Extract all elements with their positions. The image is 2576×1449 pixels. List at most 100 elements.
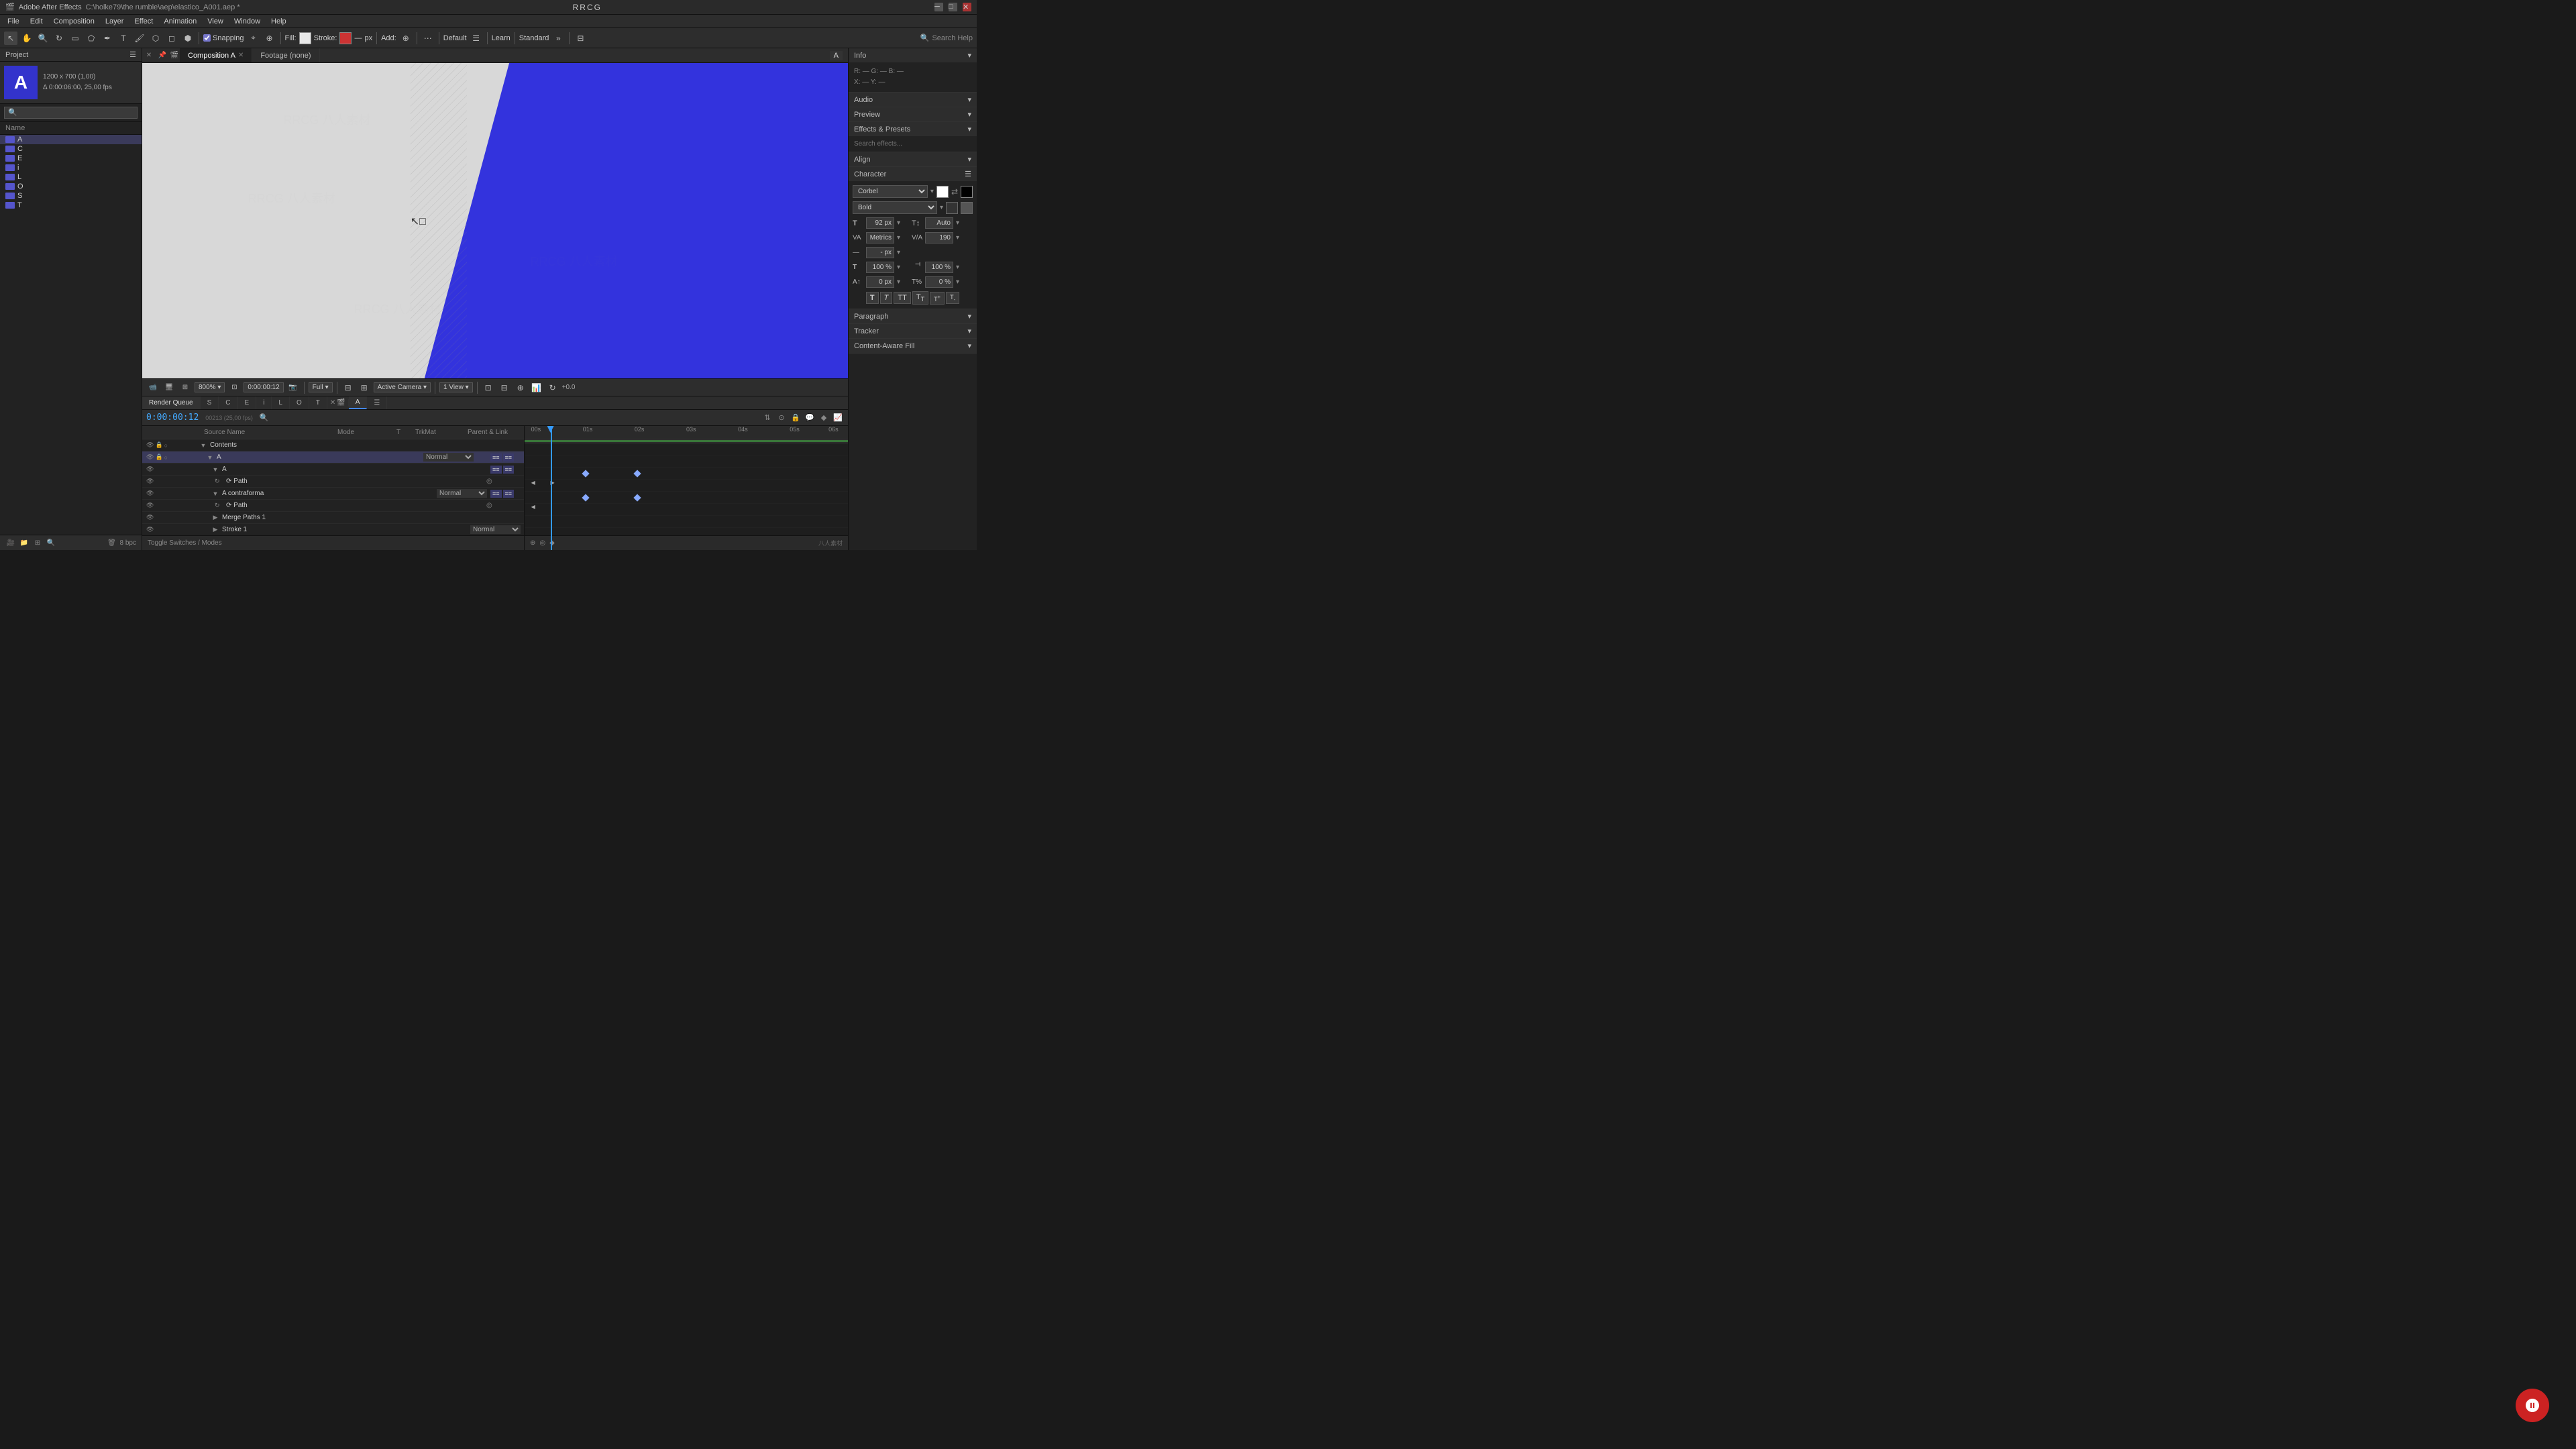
layer-expand-A[interactable]: ▼ <box>205 454 215 461</box>
kf-nav-left-2[interactable]: ◀ <box>531 504 535 510</box>
tl-btn-comment[interactable]: 💬 <box>804 412 816 424</box>
baseline-input[interactable] <box>866 276 894 288</box>
project-item-S[interactable]: S <box>0 191 142 201</box>
layer-switch-sub-2[interactable]: ≡≡ <box>503 466 515 474</box>
project-menu-icon[interactable]: ☰ <box>129 50 136 59</box>
rrcg-watermark-btn[interactable] <box>2516 1389 2549 1422</box>
tab-T[interactable]: T <box>309 396 327 409</box>
tool-select[interactable]: ↖ <box>4 32 17 45</box>
snapping-checkbox[interactable] <box>203 34 211 42</box>
tool-text[interactable]: T <box>117 32 130 45</box>
camera-view-btn[interactable]: Active Camera ▾ <box>374 382 431 392</box>
style-italic-btn[interactable]: T <box>880 292 893 304</box>
tl-bottom-btn-2[interactable]: ◎ <box>539 539 545 547</box>
layer-row-contraforma[interactable]: 👁 ▼ A contraforma Normal ≡≡ <box>142 488 524 500</box>
char-color-swatch-1[interactable] <box>936 186 949 198</box>
tab-i[interactable]: i <box>256 396 272 409</box>
footage-icon[interactable]: 🎥 <box>5 537 16 548</box>
menu-composition[interactable]: Composition <box>49 17 99 26</box>
stopwatch-icon-1[interactable]: ◎ <box>486 478 492 485</box>
style-select[interactable]: Bold <box>853 201 937 214</box>
menu-edit[interactable]: Edit <box>25 17 48 26</box>
layer-mode-select-stroke[interactable]: Normal <box>470 525 521 534</box>
tab-C[interactable]: C <box>219 396 237 409</box>
style-bold-btn[interactable]: T <box>866 292 879 304</box>
maximize-button[interactable]: □ <box>949 3 957 11</box>
quality-btn[interactable]: Full ▾ <box>309 382 333 392</box>
font-size-input[interactable] <box>866 217 894 229</box>
tool-rect[interactable]: ▭ <box>68 32 82 45</box>
layer-lock-A[interactable]: 🔒 <box>155 453 162 461</box>
character-menu-icon[interactable]: ☰ <box>965 170 971 178</box>
audio-header[interactable]: Audio ▾ <box>849 93 977 107</box>
info-header[interactable]: Info ▾ <box>849 48 977 62</box>
layer-row-merge[interactable]: 👁 ▶ Merge Paths 1 <box>142 512 524 524</box>
tracker-header[interactable]: Tracker ▾ <box>849 324 977 338</box>
kf-nav-right-1[interactable]: ▶ <box>551 480 555 486</box>
layer-expand-contraforma[interactable]: ▼ <box>211 490 220 497</box>
style-super-btn[interactable]: T+ <box>930 292 945 305</box>
menu-file[interactable]: File <box>3 17 24 26</box>
char-stroke-swatch[interactable] <box>946 202 958 214</box>
playhead-handle[interactable] <box>547 426 554 433</box>
layer-switch-cf-1[interactable]: ≡≡ <box>490 490 502 498</box>
viewer-camera-icon[interactable]: 📷 <box>286 381 300 394</box>
tool-shape[interactable]: ⬠ <box>85 32 98 45</box>
trash-icon[interactable]: 🗑 <box>107 537 117 548</box>
layer-vis-A-sub[interactable]: 👁 <box>146 466 154 473</box>
layer-vis-merge[interactable]: 👁 <box>146 514 154 521</box>
style-all-caps-btn[interactable]: TT <box>894 292 910 304</box>
snap-icon-1[interactable]: ⌖ <box>247 32 260 45</box>
add-button[interactable]: ⊕ <box>399 32 413 45</box>
project-item-O[interactable]: O <box>0 182 142 191</box>
kf-diamond-A-sub-1[interactable] <box>582 470 589 477</box>
effects-presets-header[interactable]: Effects & Presets ▾ <box>849 122 977 136</box>
layer-expand-A-sub[interactable]: ▼ <box>211 466 220 473</box>
character-header[interactable]: Character ☰ <box>849 167 977 181</box>
layer-row-contents[interactable]: 👁 🔒 ○ ▼ Contents <box>142 439 524 451</box>
viewer-layer-icon[interactable]: ⊡ <box>482 381 495 394</box>
viewer-canvas[interactable]: RRCG 八人素材 RRCG 八人素材 RRCG 八人素材 RRCG 八人素材 … <box>142 63 848 378</box>
project-item-L[interactable]: L <box>0 172 142 182</box>
tl-bottom-btn-1[interactable]: ⊕ <box>530 539 535 547</box>
layer-switch-cf-2[interactable]: ≡≡ <box>503 490 515 498</box>
viewer-render-icon[interactable]: 📹 <box>146 381 160 394</box>
scale-v-input[interactable] <box>925 262 953 273</box>
layer-vis-A[interactable]: 👁 <box>146 453 154 461</box>
style-small-caps-btn[interactable]: TT <box>912 291 928 305</box>
layer-mode-select-A[interactable]: Normal <box>423 453 474 462</box>
stopwatch-icon-2[interactable]: ◎ <box>486 502 492 509</box>
tool-puppet[interactable]: ⬢ <box>181 32 195 45</box>
scale-h-input[interactable] <box>866 262 894 273</box>
toolbar-more-icon[interactable]: » <box>551 32 565 45</box>
layer-row-path1[interactable]: 👁 ↻ ⟳ Path ◎ <box>142 476 524 488</box>
layer-row-path2[interactable]: 👁 ↻ ⟳ Path ◎ <box>142 500 524 512</box>
layer-vis-path1[interactable]: 👁 <box>146 478 154 485</box>
layer-vis-icon[interactable]: 👁 <box>146 441 154 449</box>
project-item-T[interactable]: T <box>0 201 142 210</box>
tab-O[interactable]: O <box>290 396 309 409</box>
viewer-refresh-icon[interactable]: ↻ <box>546 381 559 394</box>
workspace-icon[interactable]: ⊟ <box>574 32 587 45</box>
paragraph-header[interactable]: Paragraph ▾ <box>849 309 977 323</box>
menu-view[interactable]: View <box>203 17 228 26</box>
menu-window[interactable]: Window <box>229 17 265 26</box>
comp-tab-close-icon[interactable]: ✕ <box>238 52 244 59</box>
layer-switch-sub-1[interactable]: ≡≡ <box>490 466 502 474</box>
layer-shy-icon[interactable]: ○ <box>164 442 168 449</box>
tracking-input[interactable] <box>925 232 953 244</box>
layer-expand-merge[interactable]: ▶ <box>211 514 220 521</box>
tool-eraser[interactable]: ◻ <box>165 32 178 45</box>
zoom-select[interactable]: 800% ▾ <box>195 382 225 392</box>
content-aware-header[interactable]: Content-Aware Fill ▾ <box>849 339 977 353</box>
comp-tab-main[interactable]: Composition A ✕ <box>180 48 252 62</box>
project-item-E[interactable]: E <box>0 154 142 163</box>
viewer-toggle-2[interactable]: ⊞ <box>358 381 371 394</box>
tool-pen[interactable]: ✒ <box>101 32 114 45</box>
tool-stamp[interactable]: ⬡ <box>149 32 162 45</box>
tab-render-queue[interactable]: Render Queue <box>142 396 201 409</box>
viewer-snap-icon[interactable]: ⊕ <box>514 381 527 394</box>
viewer-3d-icon[interactable]: ⊟ <box>498 381 511 394</box>
char-fill-swatch[interactable] <box>961 202 973 214</box>
kf-nav-left-1[interactable]: ◀ <box>531 480 535 486</box>
